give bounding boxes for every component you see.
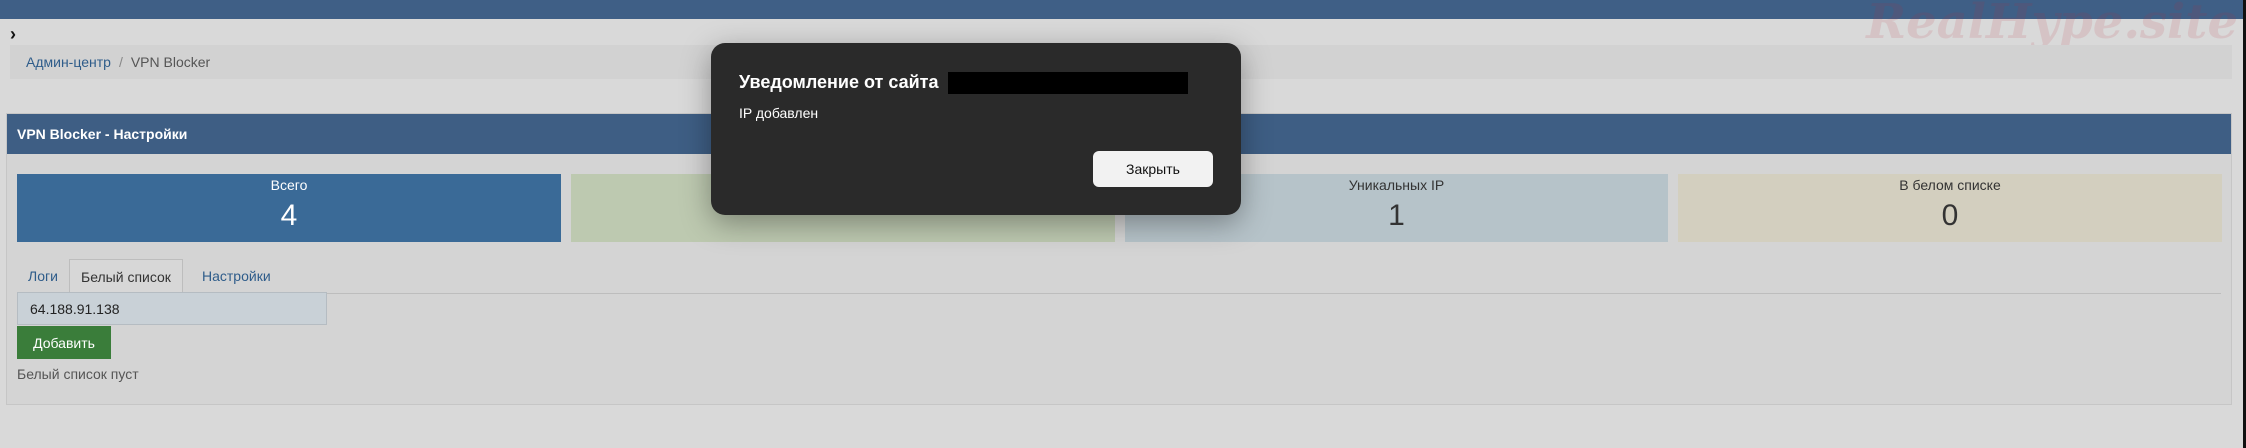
breadcrumb-current: VPN Blocker: [130, 54, 211, 70]
stat-total: Всего 4: [17, 174, 561, 242]
breadcrumb-admin-center[interactable]: Админ-центр: [26, 54, 111, 70]
whitelist-empty-message: Белый список пуст: [17, 366, 139, 382]
chevron-right-icon[interactable]: ›: [10, 24, 16, 44]
ip-input[interactable]: [17, 292, 327, 325]
stat-label: В белом списке: [1899, 177, 2001, 193]
add-button[interactable]: Добавить: [17, 326, 111, 359]
stat-value: 0: [1941, 199, 1959, 232]
tab-settings[interactable]: Настройки: [191, 259, 282, 293]
stat-whitelisted: В белом списке 0: [1678, 174, 2222, 242]
close-button[interactable]: Закрыть: [1093, 151, 1213, 187]
redacted-site-name: [947, 72, 1188, 95]
stat-label: Всего: [270, 177, 308, 193]
tab-whitelist[interactable]: Белый список: [69, 259, 183, 293]
dialog-title: Уведомление от сайта: [739, 66, 1188, 98]
stat-value: 4: [280, 199, 298, 232]
dialog-title-text: Уведомление от сайта: [739, 72, 939, 92]
tab-logs[interactable]: Логи: [17, 259, 69, 293]
site-notification-dialog: Уведомление от сайта IP добавлен Закрыть: [711, 43, 1241, 215]
tab-bar: Логи Белый список Настройки: [17, 259, 2221, 294]
dialog-message: IP добавлен: [739, 105, 819, 121]
breadcrumb-separator: /: [118, 54, 123, 70]
